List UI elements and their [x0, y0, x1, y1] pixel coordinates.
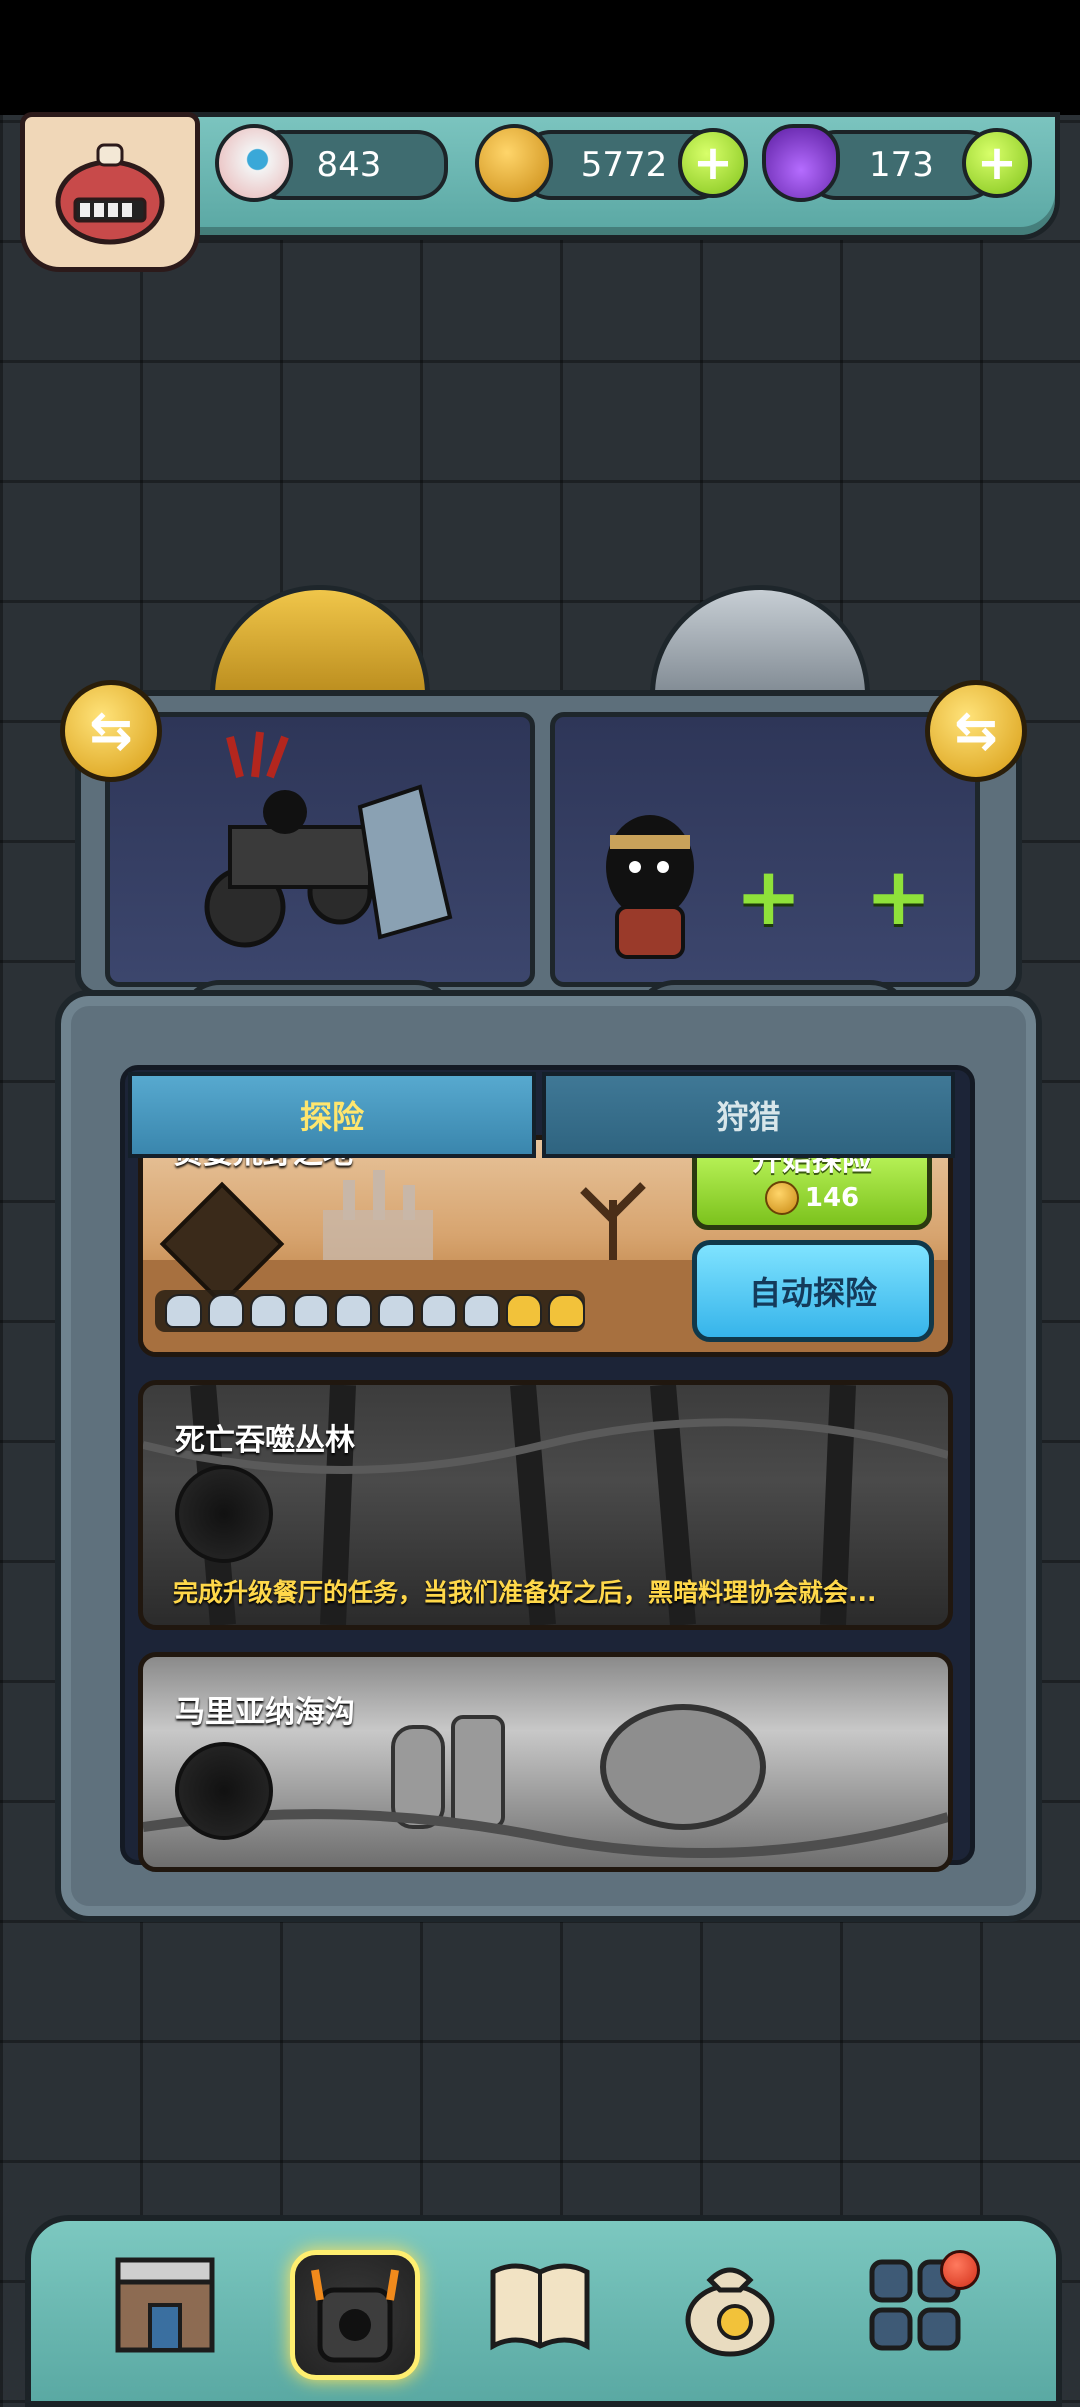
auto-expedition-label: 自动探险 — [748, 1274, 877, 1312]
plus-icon: + — [692, 135, 734, 191]
player-avatar[interactable] — [20, 112, 200, 272]
skull-icon — [420, 1294, 458, 1328]
eyeball-value: 843 — [316, 145, 382, 185]
swap-right-button[interactable]: ⇆ — [925, 680, 1027, 782]
restaurant-icon — [115, 2257, 215, 2353]
explorer-slot-left[interactable] — [105, 712, 535, 987]
plus-icon: + — [735, 850, 803, 943]
monster-avatar-icon — [55, 143, 165, 245]
locked-icon — [175, 1742, 273, 1840]
book-icon — [490, 2263, 590, 2351]
skull-icon — [377, 1294, 415, 1328]
potion-value: 173 — [869, 145, 934, 185]
expedition-description: 完成升级餐厅的任务，当我们准备好之后，黑暗料理协会就会... — [173, 1578, 877, 1607]
nav-restaurant[interactable] — [105, 2245, 225, 2365]
skull-icon — [207, 1294, 245, 1328]
skull-icon — [463, 1294, 500, 1328]
skull-icon — [250, 1294, 287, 1328]
expedition-card-trench[interactable]: 马里亚纳海沟 — [138, 1652, 953, 1872]
cost-value: 146 — [804, 1183, 860, 1213]
notification-dot — [940, 2250, 980, 2290]
coins-value: 5772 — [580, 145, 668, 185]
tab-hunt-label: 狩猎 — [716, 1098, 781, 1136]
add-potion-button[interactable]: + — [962, 128, 1032, 198]
skull-icon — [165, 1294, 202, 1328]
difficulty-skulls — [155, 1290, 585, 1332]
potion-icon — [762, 124, 840, 202]
eyeball-icon — [215, 124, 293, 202]
locked-icon — [175, 1465, 273, 1563]
add-explorer-button[interactable]: + — [865, 850, 932, 943]
expedition-icon — [311, 2269, 399, 2363]
gold-dome — [210, 585, 430, 705]
coin-icon — [764, 1181, 799, 1215]
skull-icon — [292, 1294, 330, 1328]
plus-icon: + — [976, 135, 1018, 191]
expedition-card-jungle[interactable]: 死亡吞噬丛林 完成升级餐厅的任务，当我们准备好之后，黑暗料理协会就会... — [138, 1380, 953, 1630]
add-explorer-button[interactable]: + — [735, 850, 802, 943]
tab-explore[interactable]: 探险 — [128, 1072, 536, 1158]
coin-icon — [475, 124, 553, 202]
nav-book[interactable] — [480, 2245, 600, 2365]
plus-icon: + — [865, 850, 933, 943]
swap-icon: ⇆ — [954, 701, 998, 761]
explorer-vehicle-icon — [204, 731, 453, 948]
tab-explore-label: 探险 — [299, 1098, 364, 1136]
skull-icon — [335, 1294, 372, 1328]
status-bar — [0, 0, 1080, 115]
expedition-cost: 146 — [764, 1181, 860, 1215]
tab-hunt[interactable]: 狩猎 — [542, 1072, 955, 1158]
nav-expedition[interactable] — [290, 2250, 420, 2380]
add-coins-button[interactable]: + — [678, 128, 748, 198]
nav-money-bag[interactable] — [670, 2245, 790, 2365]
silver-dome — [650, 585, 870, 705]
auto-expedition-button[interactable]: 自动探险 — [692, 1240, 934, 1342]
money-bag-icon — [685, 2267, 775, 2357]
swap-left-button[interactable]: ⇆ — [60, 680, 162, 782]
expedition-title: 死亡吞噬丛林 — [175, 1423, 355, 1458]
gold-skull-icon — [505, 1294, 543, 1328]
expedition-title: 马里亚纳海沟 — [175, 1695, 355, 1730]
swap-icon: ⇆ — [89, 701, 133, 761]
gold-skull-icon — [548, 1294, 585, 1328]
